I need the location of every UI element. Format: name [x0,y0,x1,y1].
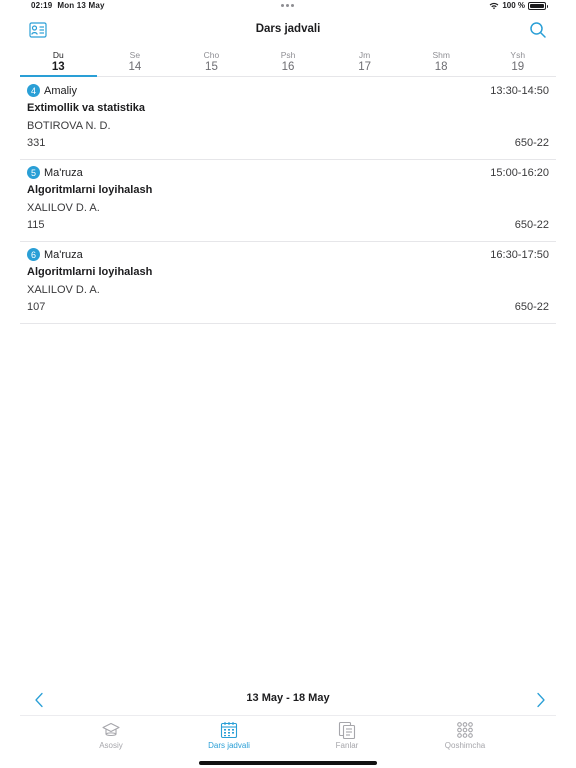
nav-bar: Dars jadvali [0,14,576,48]
day-date: 14 [128,61,142,73]
wifi-icon [489,2,499,9]
lesson-list: 4 Amaliy 13:30-14:50 Extimollik va statis… [20,78,556,324]
tab-bar: Asosiy Dars jadvali Fanlar Qoshimcha [0,720,576,756]
lesson-item[interactable]: 5 Ma'ruza 15:00-16:20 Algoritmlarni loyih… [20,160,556,242]
lesson-item[interactable]: 6 Ma'ruza 16:30-17:50 Algoritmlarni loyih… [20,242,556,324]
lesson-time: 13:30-14:50 [490,85,549,97]
documents-icon [338,721,356,740]
day-tab-se[interactable]: Se 14 [97,48,174,76]
day-date: 17 [358,61,371,73]
status-right: 100 % [489,1,548,10]
week-navigator: 13 May - 18 May [20,686,556,716]
status-clock: 02:19 [31,1,53,10]
day-tab-du[interactable]: Du 13 [20,48,97,77]
lesson-group: 650-22 [514,219,549,231]
tab-asosiy[interactable]: Asosiy [52,720,170,756]
tab-fanlar[interactable]: Fanlar [288,720,406,756]
tab-qoshimcha[interactable]: Qoshimcha [406,720,524,756]
multitasking-dots-icon[interactable] [281,4,294,7]
lesson-type: Amaliy [44,84,78,97]
lesson-room: 331 [27,137,46,149]
tab-label: Dars jadvali [208,741,250,750]
day-date: 16 [281,61,295,73]
lesson-time: 16:30-17:50 [490,249,549,261]
day-name: Cho [203,50,220,60]
day-name: Jm [358,50,371,60]
battery-percent: 100 % [502,1,525,10]
search-icon[interactable] [529,21,547,39]
lesson-teacher: XALILOV D. A. [27,284,100,296]
lesson-number-badge: 6 [27,248,40,262]
day-tab-shm[interactable]: Shm 18 [403,48,480,76]
tab-label: Asosiy [99,741,123,750]
status-time: 02:19 Mon 13 May [31,1,105,10]
lesson-item[interactable]: 4 Amaliy 13:30-14:50 Extimollik va statis… [20,78,556,160]
battery-icon [528,1,548,10]
tab-label: Qoshimcha [444,741,486,750]
day-name: Ysh [510,50,526,60]
lesson-time: 15:00-16:20 [490,167,549,179]
week-range: 13 May - 18 May [246,692,330,704]
day-date: 19 [511,61,525,73]
lesson-number-badge: 4 [27,84,40,98]
page-title: Dars jadvali [255,23,321,35]
tab-dars-jadvali[interactable]: Dars jadvali [170,720,288,756]
grid-icon [457,722,473,738]
day-name: Du [52,50,64,60]
status-date: Mon 13 May [57,1,105,10]
tab-label: Fanlar [335,741,359,750]
lesson-type: Ma'ruza [44,248,83,261]
lesson-teacher: XALILOV D. A. [27,202,100,214]
lesson-subject: Extimollik va statistika [27,102,145,114]
lesson-room: 107 [27,301,46,313]
day-tab-jm[interactable]: Jm 17 [326,48,403,76]
graduation-cap-icon [102,722,120,737]
day-name: Se [129,50,141,60]
day-selector: Du 13 Se 14 Cho 15 Psh 16 Jm 17 Shm 18 Y… [20,48,556,77]
status-bar: 02:19 Mon 13 May 100 % [0,0,576,12]
home-indicator[interactable] [199,761,377,765]
day-name: Psh [280,50,296,60]
chevron-right-icon[interactable] [534,692,548,708]
day-date: 15 [205,61,218,73]
lesson-subject: Algoritmlarni loyihalash [27,266,153,278]
lesson-group: 650-22 [514,301,549,313]
day-tab-psh[interactable]: Psh 16 [250,48,327,76]
lesson-number-badge: 5 [27,166,40,180]
lesson-room: 115 [27,219,45,231]
day-date: 13 [51,61,65,73]
lesson-subject: Algoritmlarni loyihalash [27,184,153,196]
lesson-teacher: BOTIROVA N. D. [27,120,111,132]
lesson-type: Ma'ruza [44,166,83,179]
day-tab-ysh[interactable]: Ysh 19 [479,48,556,76]
day-name: Shm [432,50,450,60]
calendar-icon [220,722,238,739]
day-date: 18 [434,61,448,73]
day-tab-cho[interactable]: Cho 15 [173,48,250,76]
lesson-group: 650-22 [514,137,549,149]
